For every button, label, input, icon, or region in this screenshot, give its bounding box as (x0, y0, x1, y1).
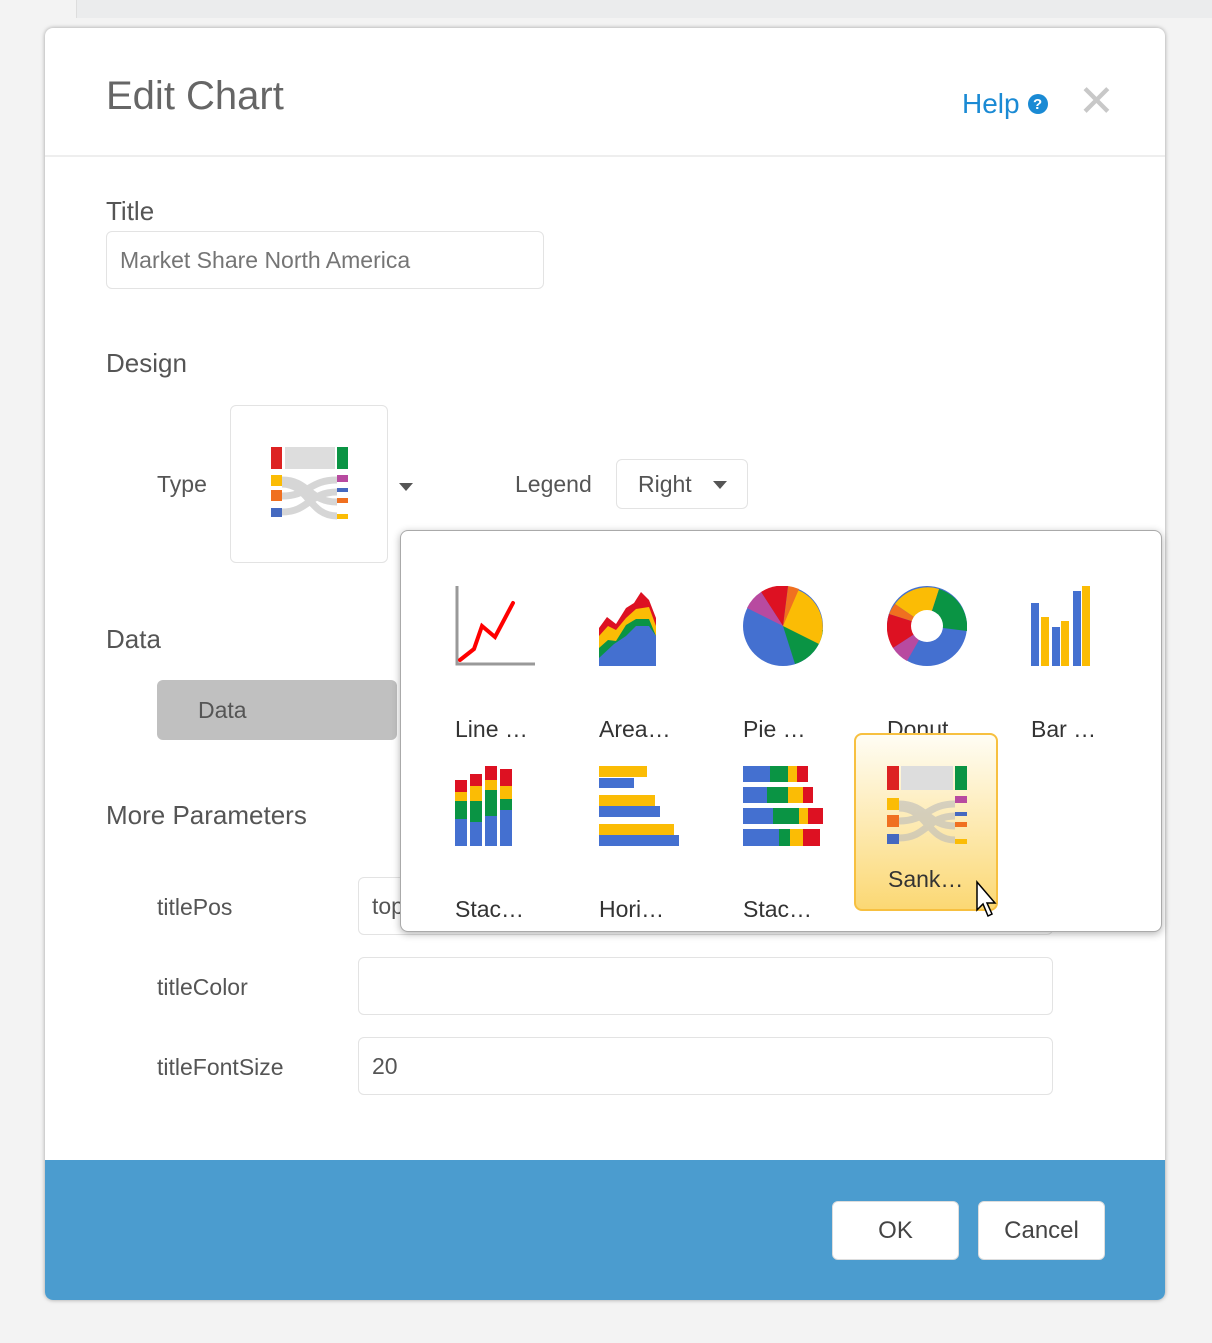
dialog-header: Edit Chart Help? ✕ (45, 28, 1165, 157)
chart-type-horizontal-bar[interactable]: Hori… (599, 746, 743, 924)
help-label: Help (962, 88, 1020, 119)
pie-chart-icon (743, 586, 823, 666)
stacked-bar-icon (743, 766, 823, 846)
chart-type-label: Area… (599, 716, 671, 742)
dialog-title: Edit Chart (106, 74, 284, 118)
legend-label: Legend (515, 471, 592, 497)
param-label-titlecolor: titleColor (157, 974, 248, 1000)
chart-type-label: Pie … (743, 716, 806, 742)
chart-type-label: Stac… (743, 896, 813, 922)
chart-type-stacked-column[interactable]: Stac… (455, 746, 599, 924)
line-chart-icon (455, 586, 535, 666)
chart-type-pie[interactable]: Pie … (743, 566, 887, 744)
sankey-chart-icon (271, 447, 348, 520)
chart-type-donut[interactable]: Donut (887, 566, 1031, 744)
title-label: Title (106, 196, 155, 226)
donut-chart-icon (887, 586, 967, 666)
chart-type-label: Sank… (888, 866, 964, 892)
chart-type-bar[interactable]: Bar … (1031, 566, 1175, 744)
type-dropdown-caret-icon[interactable] (399, 483, 413, 491)
cancel-button[interactable]: Cancel (978, 1201, 1105, 1260)
chart-type-popup: Line … Area… Pie … Donut Bar … Stac… Hor… (400, 530, 1162, 932)
chart-type-label: Hori… (599, 896, 665, 922)
horizontal-bar-icon (599, 766, 679, 846)
titlefontsize-input[interactable]: 20 (358, 1037, 1053, 1095)
data-label: Data (106, 624, 161, 654)
design-label: Design (106, 348, 187, 378)
ok-button[interactable]: OK (832, 1201, 959, 1260)
data-button[interactable]: Data (157, 680, 397, 740)
chart-type-selector[interactable] (230, 405, 388, 563)
close-icon[interactable]: ✕ (1078, 80, 1115, 124)
area-chart-icon (599, 592, 656, 666)
mouse-cursor-icon (976, 880, 997, 918)
chart-type-line[interactable]: Line … (455, 566, 599, 744)
dialog-footer: OK Cancel (45, 1160, 1165, 1300)
param-label-titlepos: titlePos (157, 894, 233, 920)
legend-select[interactable]: Right (616, 459, 748, 509)
stacked-column-icon (455, 766, 512, 846)
chart-type-area[interactable]: Area… (599, 566, 743, 744)
title-input[interactable] (106, 231, 544, 289)
chart-type-label: Stac… (455, 896, 525, 922)
question-icon: ? (1027, 94, 1048, 114)
titlecolor-input[interactable] (358, 957, 1053, 1015)
param-label-titlefontsize: titleFontSize (157, 1054, 284, 1080)
chart-type-label: Bar … (1031, 716, 1097, 742)
sankey-chart-icon (887, 766, 967, 844)
type-label: Type (157, 471, 207, 497)
help-link[interactable]: Help? (962, 88, 1048, 120)
more-parameters-label: More Parameters (106, 800, 307, 830)
legend-value: Right (638, 470, 692, 497)
bar-chart-icon (1031, 586, 1090, 666)
chart-type-label: Line … (455, 716, 528, 742)
chevron-down-icon (713, 481, 727, 489)
background-toolbar (76, 0, 1212, 18)
